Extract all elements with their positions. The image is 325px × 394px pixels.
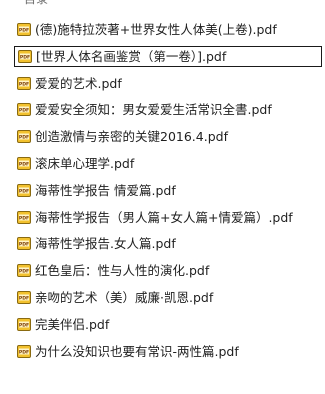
svg-text:PDF: PDF — [19, 216, 29, 222]
pdf-file-icon: PDF — [17, 184, 31, 197]
svg-text:PDF: PDF — [19, 162, 29, 168]
file-list-pane: 目录 PDF (德)施特拉茨著+世界女性人体美(上卷).pdf PDF [世界人体名画… — [0, 0, 325, 394]
file-name: 爱爱安全须知：男女爱爱生活常识全書.pdf — [35, 101, 272, 117]
svg-text:PDF: PDF — [19, 82, 29, 88]
pdf-file-icon: PDF — [17, 157, 31, 170]
file-list-item[interactable]: PDF (德)施特拉茨著+世界女性人体美(上卷).pdf — [14, 19, 322, 40]
file-name: 亲吻的艺术（美）威廉·凯恩.pdf — [35, 289, 214, 305]
pdf-file-icon: PDF — [17, 264, 31, 277]
file-name: [世界人体名画鉴赏（第一卷）].pdf — [36, 48, 227, 64]
pdf-file-icon: PDF — [17, 23, 31, 36]
file-list-item[interactable]: PDF 海蒂性学报告.女人篇.pdf — [14, 233, 322, 254]
svg-text:PDF: PDF — [19, 242, 29, 248]
file-list-item[interactable]: PDF 海蒂性学报告（男人篇+女人篇+情爱篇）.pdf — [14, 207, 322, 228]
file-list-item[interactable]: PDF 亲吻的艺术（美）威廉·凯恩.pdf — [14, 287, 322, 308]
pdf-file-icon: PDF — [17, 103, 31, 116]
pdf-file-icon: PDF — [17, 237, 31, 250]
file-name: 为什么没知识也要有常识-两性篇.pdf — [35, 343, 239, 359]
pdf-file-icon: PDF — [17, 345, 31, 358]
file-list-item[interactable]: PDF 滚床单心理学.pdf — [14, 153, 322, 174]
pdf-file-icon: PDF — [17, 291, 31, 304]
file-name: (德)施特拉茨著+世界女性人体美(上卷).pdf — [35, 21, 277, 37]
pdf-file-icon: PDF — [17, 130, 31, 143]
file-list-item[interactable]: PDF 爱爱安全须知：男女爱爱生活常识全書.pdf — [14, 99, 322, 120]
file-name: 海蒂性学报告.女人篇.pdf — [35, 235, 176, 251]
svg-text:PDF: PDF — [19, 350, 29, 356]
svg-text:PDF: PDF — [19, 28, 29, 34]
pdf-file-icon: PDF — [17, 77, 31, 90]
svg-text:PDF: PDF — [19, 135, 29, 141]
pdf-file-icon: PDF — [18, 50, 32, 63]
svg-text:PDF: PDF — [19, 296, 29, 302]
file-list-item[interactable]: PDF [世界人体名画鉴赏（第一卷）].pdf — [14, 46, 322, 67]
section-header: 目录 — [24, 0, 48, 6]
file-list-item[interactable]: PDF 完美伴侣.pdf — [14, 314, 322, 335]
file-list-item[interactable]: PDF 海蒂性学报告 情爱篇.pdf — [14, 180, 322, 201]
svg-text:PDF: PDF — [19, 108, 29, 114]
file-name: 完美伴侣.pdf — [35, 316, 110, 332]
svg-text:PDF: PDF — [19, 189, 29, 195]
file-list-item[interactable]: PDF 红色皇后：性与人性的演化.pdf — [14, 260, 322, 281]
file-name: 爱爱的艺术.pdf — [35, 75, 122, 91]
file-list-item[interactable]: PDF 创造激情与亲密的关键2016.4.pdf — [14, 126, 322, 147]
pdf-file-icon: PDF — [17, 211, 31, 224]
file-name: 滚床单心理学.pdf — [35, 155, 135, 171]
svg-text:PDF: PDF — [20, 55, 30, 61]
file-list-item[interactable]: PDF 爱爱的艺术.pdf — [14, 73, 322, 94]
file-name: 创造激情与亲密的关键2016.4.pdf — [35, 128, 228, 144]
file-list-item[interactable]: PDF 为什么没知识也要有常识-两性篇.pdf — [14, 341, 322, 362]
pdf-file-icon: PDF — [17, 318, 31, 331]
file-name: 海蒂性学报告（男人篇+女人篇+情爱篇）.pdf — [35, 209, 293, 225]
svg-text:PDF: PDF — [19, 269, 29, 275]
svg-text:PDF: PDF — [19, 323, 29, 329]
file-name: 海蒂性学报告 情爱篇.pdf — [35, 182, 176, 198]
file-name: 红色皇后：性与人性的演化.pdf — [35, 262, 210, 278]
